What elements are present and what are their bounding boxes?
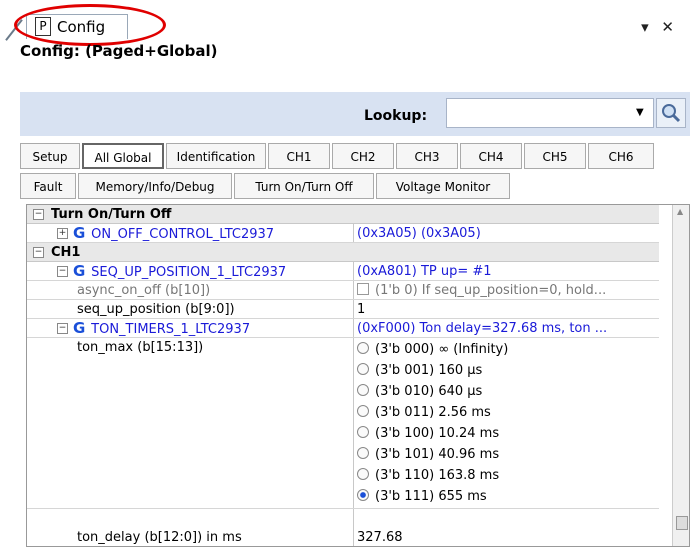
collapse-icon[interactable]: − — [57, 323, 68, 334]
tab-ch6[interactable]: CH6 — [588, 143, 654, 169]
register-name-text: SEQ_UP_POSITION_1_LTC2937 — [91, 265, 287, 280]
tab-ch3[interactable]: CH3 — [396, 143, 458, 169]
radio-option[interactable]: (3'b 101) 40.96 ms — [357, 444, 508, 465]
field-row[interactable]: ton_delay (b[12:0]) in ms 327.68 — [27, 528, 659, 546]
radio-label: (3'b 000) ∞ (Infinity) — [375, 342, 509, 357]
radio-option[interactable]: (3'b 011) 2.56 ms — [357, 402, 508, 423]
collapse-icon[interactable]: − — [33, 247, 44, 258]
field-name: async_on_off (b[10]) — [77, 283, 211, 298]
scroll-thumb[interactable] — [676, 516, 688, 530]
register-name-text: ON_OFF_CONTROL_LTC2937 — [91, 227, 275, 242]
section-row[interactable]: − CH1 — [27, 243, 659, 262]
radio-label: (3'b 100) 10.24 ms — [375, 426, 500, 441]
field-value[interactable]: 1 — [357, 301, 657, 318]
collapse-icon[interactable]: − — [33, 209, 44, 220]
chevron-down-icon[interactable]: ▼ — [636, 107, 644, 118]
field-name: ton_delay (b[12:0]) in ms — [77, 530, 242, 545]
register-row[interactable]: − G TON_TIMERS_1_LTC2937 (0xF000) Ton de… — [27, 319, 659, 338]
field-value[interactable]: (1'b 0) If seq_up_position=0, hold... — [357, 282, 657, 299]
radio-button[interactable] — [357, 447, 369, 459]
radio-option[interactable]: (3'b 010) 640 µs — [357, 381, 508, 402]
tab-prefix-icon: P — [35, 17, 51, 36]
radio-button-selected[interactable] — [357, 489, 369, 501]
tab-turn-on-off[interactable]: Turn On/Turn Off — [234, 173, 374, 199]
expand-icon[interactable]: + — [57, 228, 68, 239]
radio-button[interactable] — [357, 342, 369, 354]
tab-config[interactable]: P Config — [5, 14, 128, 41]
radio-option[interactable]: (3'b 111) 655 ms — [357, 486, 508, 507]
register-row[interactable]: + G ON_OFF_CONTROL_LTC2937 (0x3A05) (0x3… — [27, 224, 659, 243]
register-value[interactable]: (0xA801) TP up= #1 — [357, 263, 657, 280]
vertical-scrollbar[interactable]: ▲ — [672, 205, 689, 546]
collapse-icon[interactable]: − — [57, 266, 68, 277]
register-name: G TON_TIMERS_1_LTC2937 — [73, 320, 393, 337]
radio-button[interactable] — [357, 468, 369, 480]
tab-ch2[interactable]: CH2 — [332, 143, 394, 169]
radio-option[interactable]: (3'b 110) 163.8 ms — [357, 465, 508, 486]
register-g-icon: G — [73, 263, 86, 280]
tab-identification[interactable]: Identification — [166, 143, 266, 169]
field-name: seq_up_position (b[9:0]) — [77, 302, 235, 317]
tab-config-label: Config — [57, 18, 106, 36]
radio-button[interactable] — [357, 426, 369, 438]
radio-label: (3'b 111) 655 ms — [375, 489, 487, 504]
config-title: Config: (Paged+Global) — [20, 42, 218, 60]
window-controls[interactable]: ▾ ✕ — [641, 18, 678, 36]
lookup-input[interactable] — [446, 98, 654, 128]
field-value-text: (1'b 0) If seq_up_position=0, hold... — [375, 283, 607, 298]
tab-all-global[interactable]: All Global — [82, 143, 164, 169]
radio-group: (3'b 000) ∞ (Infinity) (3'b 001) 160 µs … — [357, 339, 508, 507]
register-name: G SEQ_UP_POSITION_1_LTC2937 — [73, 263, 393, 280]
register-value[interactable]: (0x3A05) (0x3A05) — [357, 225, 657, 242]
lookup-search-button[interactable] — [656, 98, 686, 128]
register-name-text: TON_TIMERS_1_LTC2937 — [91, 322, 251, 337]
tab-memory-info-debug[interactable]: Memory/Info/Debug — [78, 173, 232, 199]
radio-label: (3'b 101) 40.96 ms — [375, 447, 500, 462]
radio-button[interactable] — [357, 405, 369, 417]
register-g-icon: G — [73, 225, 86, 242]
section-label: Turn On/Turn Off — [51, 207, 172, 222]
radio-label: (3'b 011) 2.56 ms — [375, 405, 491, 420]
section-label: CH1 — [51, 245, 81, 260]
radio-label: (3'b 010) 640 µs — [375, 384, 483, 399]
tab-ch5[interactable]: CH5 — [524, 143, 586, 169]
radio-option[interactable]: (3'b 001) 160 µs — [357, 360, 508, 381]
field-value[interactable]: 327.68 — [357, 529, 657, 546]
tab-voltage-monitor[interactable]: Voltage Monitor — [376, 173, 510, 199]
field-row[interactable]: ton_max (b[15:13]) (3'b 000) ∞ (Infinity… — [27, 338, 659, 509]
scroll-up-icon[interactable]: ▲ — [677, 207, 683, 216]
register-g-icon: G — [73, 320, 86, 337]
tab-ch4[interactable]: CH4 — [460, 143, 522, 169]
field-row[interactable]: async_on_off (b[10]) (1'b 0) If seq_up_p… — [27, 281, 659, 300]
radio-label: (3'b 110) 163.8 ms — [375, 468, 500, 483]
section-row[interactable]: − Turn On/Turn Off — [27, 205, 659, 224]
radio-button[interactable] — [357, 363, 369, 375]
field-row[interactable]: seq_up_position (b[9:0]) 1 — [27, 300, 659, 319]
register-value[interactable]: (0xF000) Ton delay=327.68 ms, ton ... — [357, 320, 657, 337]
lookup-label: Lookup: — [364, 108, 428, 124]
property-grid: − Turn On/Turn Off + G ON_OFF_CONTROL_LT… — [26, 204, 690, 547]
tab-ch1[interactable]: CH1 — [268, 143, 330, 169]
radio-option[interactable]: (3'b 100) 10.24 ms — [357, 423, 508, 444]
tab-setup[interactable]: Setup — [20, 143, 80, 169]
search-icon — [662, 104, 681, 123]
register-name: G ON_OFF_CONTROL_LTC2937 — [73, 225, 393, 242]
radio-button[interactable] — [357, 384, 369, 396]
field-name: ton_max (b[15:13]) — [77, 340, 204, 355]
register-row[interactable]: − G SEQ_UP_POSITION_1_LTC2937 (0xA801) T… — [27, 262, 659, 281]
tab-fault[interactable]: Fault — [20, 173, 76, 199]
radio-option[interactable]: (3'b 000) ∞ (Infinity) — [357, 339, 508, 360]
checkbox[interactable] — [357, 283, 369, 295]
radio-label: (3'b 001) 160 µs — [375, 363, 483, 378]
